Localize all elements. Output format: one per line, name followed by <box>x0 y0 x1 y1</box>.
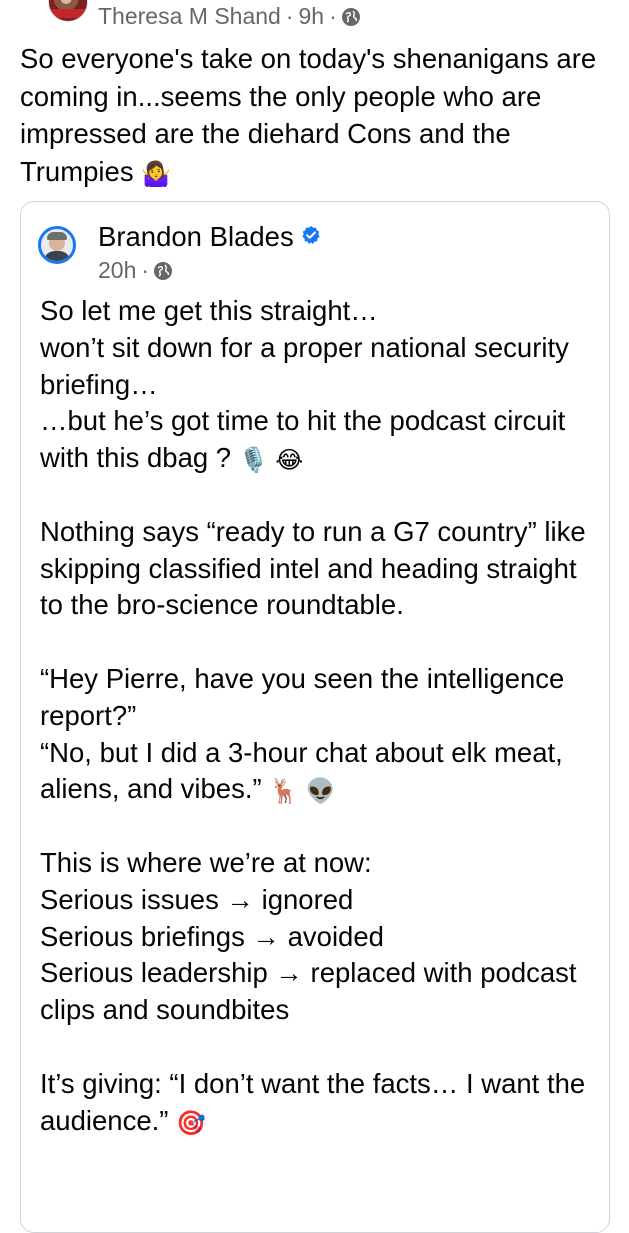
top-post-time[interactable]: 9h <box>299 3 325 29</box>
shared-post-author-row: Brandon Blades <box>98 219 321 254</box>
meta-separator: · <box>285 3 294 29</box>
paragraph-1: So let me get this straight… won’t sit d… <box>40 295 569 474</box>
shared-post-meta: 20h · <box>98 256 173 284</box>
globe-icon <box>154 262 173 280</box>
meta-separator: · <box>329 3 337 29</box>
verified-badge-icon <box>301 219 321 244</box>
top-post-body: So everyone's take on today's shenanigan… <box>20 43 604 187</box>
top-post-header: Theresa M Shand · 9h · <box>0 0 629 34</box>
top-post-text: So everyone's take on today's shenanigan… <box>20 40 620 190</box>
shared-post-author[interactable]: Brandon Blades <box>98 221 294 252</box>
moose-alien-emoji: 🦌 👽 <box>269 778 336 806</box>
globe-icon <box>341 8 360 26</box>
top-post-meta: Theresa M Shand · 9h · <box>98 2 360 30</box>
microphone-laughing-emoji: 🎙️ 😂 <box>238 447 304 475</box>
target-emoji: 🎯 <box>176 1109 206 1137</box>
shared-post-body: So let me get this straight… won’t sit d… <box>40 293 600 1139</box>
shrug-emoji: 🤷‍♀️ <box>141 160 172 188</box>
shared-post-card[interactable]: Brandon Blades 20h · So let me get this s… <box>20 201 610 1233</box>
paragraph-5: It’s giving: “I don’t want the facts… I … <box>40 1067 593 1136</box>
meta-separator: · <box>141 257 150 283</box>
top-post-author[interactable]: Theresa M Shand <box>98 3 281 29</box>
theresa-avatar[interactable] <box>48 0 88 22</box>
shared-post-time[interactable]: 20h <box>98 257 136 283</box>
brandon-avatar[interactable] <box>38 226 76 264</box>
paragraph-4: This is where we’re at now: Serious issu… <box>40 846 577 1026</box>
paragraph-2: Nothing says “ready to run a G7 country”… <box>40 515 594 621</box>
